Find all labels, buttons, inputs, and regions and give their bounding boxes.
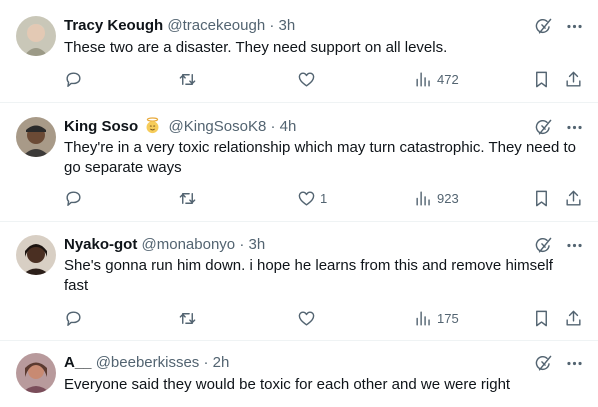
tweet-actions: 1 923 xyxy=(0,189,598,211)
like-button[interactable] xyxy=(297,70,320,89)
tweet-top-icons xyxy=(534,17,584,36)
repost-button[interactable] xyxy=(178,309,201,328)
reply-button[interactable] xyxy=(64,309,87,328)
views-button[interactable]: 472 xyxy=(414,70,459,89)
bookmark-button[interactable] xyxy=(532,189,551,208)
like-button[interactable]: 1 xyxy=(297,189,327,208)
more-icon[interactable] xyxy=(565,118,584,137)
view-count: 175 xyxy=(437,311,459,326)
grok-icon[interactable] xyxy=(534,17,553,36)
reply-button[interactable] xyxy=(64,189,87,208)
tweet[interactable]: Tracy Keough @tracekeough · 3h These two… xyxy=(0,0,598,103)
tweet[interactable]: Nyako-got @monabonyo · 3h She's gonna ru… xyxy=(0,222,598,341)
heart-icon xyxy=(298,191,315,206)
repost-button[interactable] xyxy=(178,189,201,208)
bookmark-icon xyxy=(536,71,547,88)
reply-icon xyxy=(66,311,81,326)
tweet-top-icons xyxy=(534,118,584,137)
share-button[interactable] xyxy=(564,70,583,89)
timestamp[interactable]: · 2h xyxy=(203,354,229,371)
tweet-text: These two are a disaster. They need supp… xyxy=(64,39,448,56)
view-count: 923 xyxy=(437,191,459,206)
user-handle[interactable]: @monabonyo xyxy=(142,236,236,253)
views-button[interactable]: 923 xyxy=(414,189,459,208)
grok-icon[interactable] xyxy=(534,354,553,373)
tweet-top-icons xyxy=(534,354,584,373)
more-icon[interactable] xyxy=(565,236,584,255)
angel-face-icon xyxy=(146,117,159,134)
timestamp[interactable]: · 4h xyxy=(270,118,296,135)
display-name[interactable]: King Soso xyxy=(64,118,138,135)
share-button[interactable] xyxy=(564,309,583,328)
like-button[interactable] xyxy=(297,309,320,328)
tweet[interactable]: A__ @beeberkisses · 2h Everyone said the… xyxy=(0,341,598,407)
share-icon xyxy=(566,71,581,87)
user-handle[interactable]: @KingSosoK8 xyxy=(169,118,267,135)
views-icon xyxy=(416,191,430,206)
share-button[interactable] xyxy=(564,189,583,208)
views-icon xyxy=(416,311,430,326)
timestamp[interactable]: · 3h xyxy=(269,17,295,34)
tweet-actions: 175 xyxy=(0,309,598,331)
bookmark-button[interactable] xyxy=(532,309,551,328)
grok-icon[interactable] xyxy=(534,236,553,255)
tweet-text: Everyone said they would be toxic for ea… xyxy=(64,376,511,393)
views-button[interactable]: 175 xyxy=(414,309,459,328)
like-count: 1 xyxy=(320,191,328,206)
share-icon xyxy=(566,190,581,206)
bookmark-button[interactable] xyxy=(532,70,551,89)
more-icon[interactable] xyxy=(565,17,584,36)
view-count: 472 xyxy=(437,72,459,87)
tweet-header: A__ @beeberkisses · 2h xyxy=(64,353,229,373)
display-name[interactable]: A__ xyxy=(64,354,92,371)
bookmark-icon xyxy=(536,310,547,327)
timestamp[interactable]: · 3h xyxy=(239,236,265,253)
tweet-header: King Soso @KingSosoK8 · 4h xyxy=(64,117,296,137)
bookmark-icon xyxy=(536,190,547,207)
avatar[interactable] xyxy=(16,353,56,393)
tweet-text: She's gonna run him down. i hope he lear… xyxy=(64,257,553,294)
avatar[interactable] xyxy=(16,117,56,157)
user-handle[interactable]: @tracekeough xyxy=(167,17,265,34)
reply-icon xyxy=(66,72,81,87)
tweet[interactable]: King Soso @KingSosoK8 · 4h They're in a … xyxy=(0,103,598,222)
avatar[interactable] xyxy=(16,235,56,275)
more-icon[interactable] xyxy=(565,354,584,373)
tweet-top-icons xyxy=(534,236,584,255)
heart-icon xyxy=(298,311,315,326)
repost-button[interactable] xyxy=(178,70,201,89)
views-icon xyxy=(416,72,430,87)
display-name[interactable]: Nyako-got xyxy=(64,236,137,253)
repost-icon xyxy=(179,313,196,324)
tweet-text: They're in a very toxic relationship whi… xyxy=(64,139,576,176)
reply-icon xyxy=(66,191,81,206)
tweet-header: Tracy Keough @tracekeough · 3h xyxy=(64,16,295,36)
repost-icon xyxy=(179,193,196,204)
reply-feed: Tracy Keough @tracekeough · 3h These two… xyxy=(0,0,598,407)
tweet-actions: 472 xyxy=(0,70,598,92)
heart-icon xyxy=(298,72,315,87)
avatar[interactable] xyxy=(16,16,56,56)
tweet-header: Nyako-got @monabonyo · 3h xyxy=(64,235,265,255)
repost-icon xyxy=(179,74,196,85)
reply-button[interactable] xyxy=(64,70,87,89)
user-handle[interactable]: @beeberkisses xyxy=(96,354,200,371)
share-icon xyxy=(566,310,581,326)
grok-icon[interactable] xyxy=(534,118,553,137)
display-name[interactable]: Tracy Keough xyxy=(64,17,163,34)
